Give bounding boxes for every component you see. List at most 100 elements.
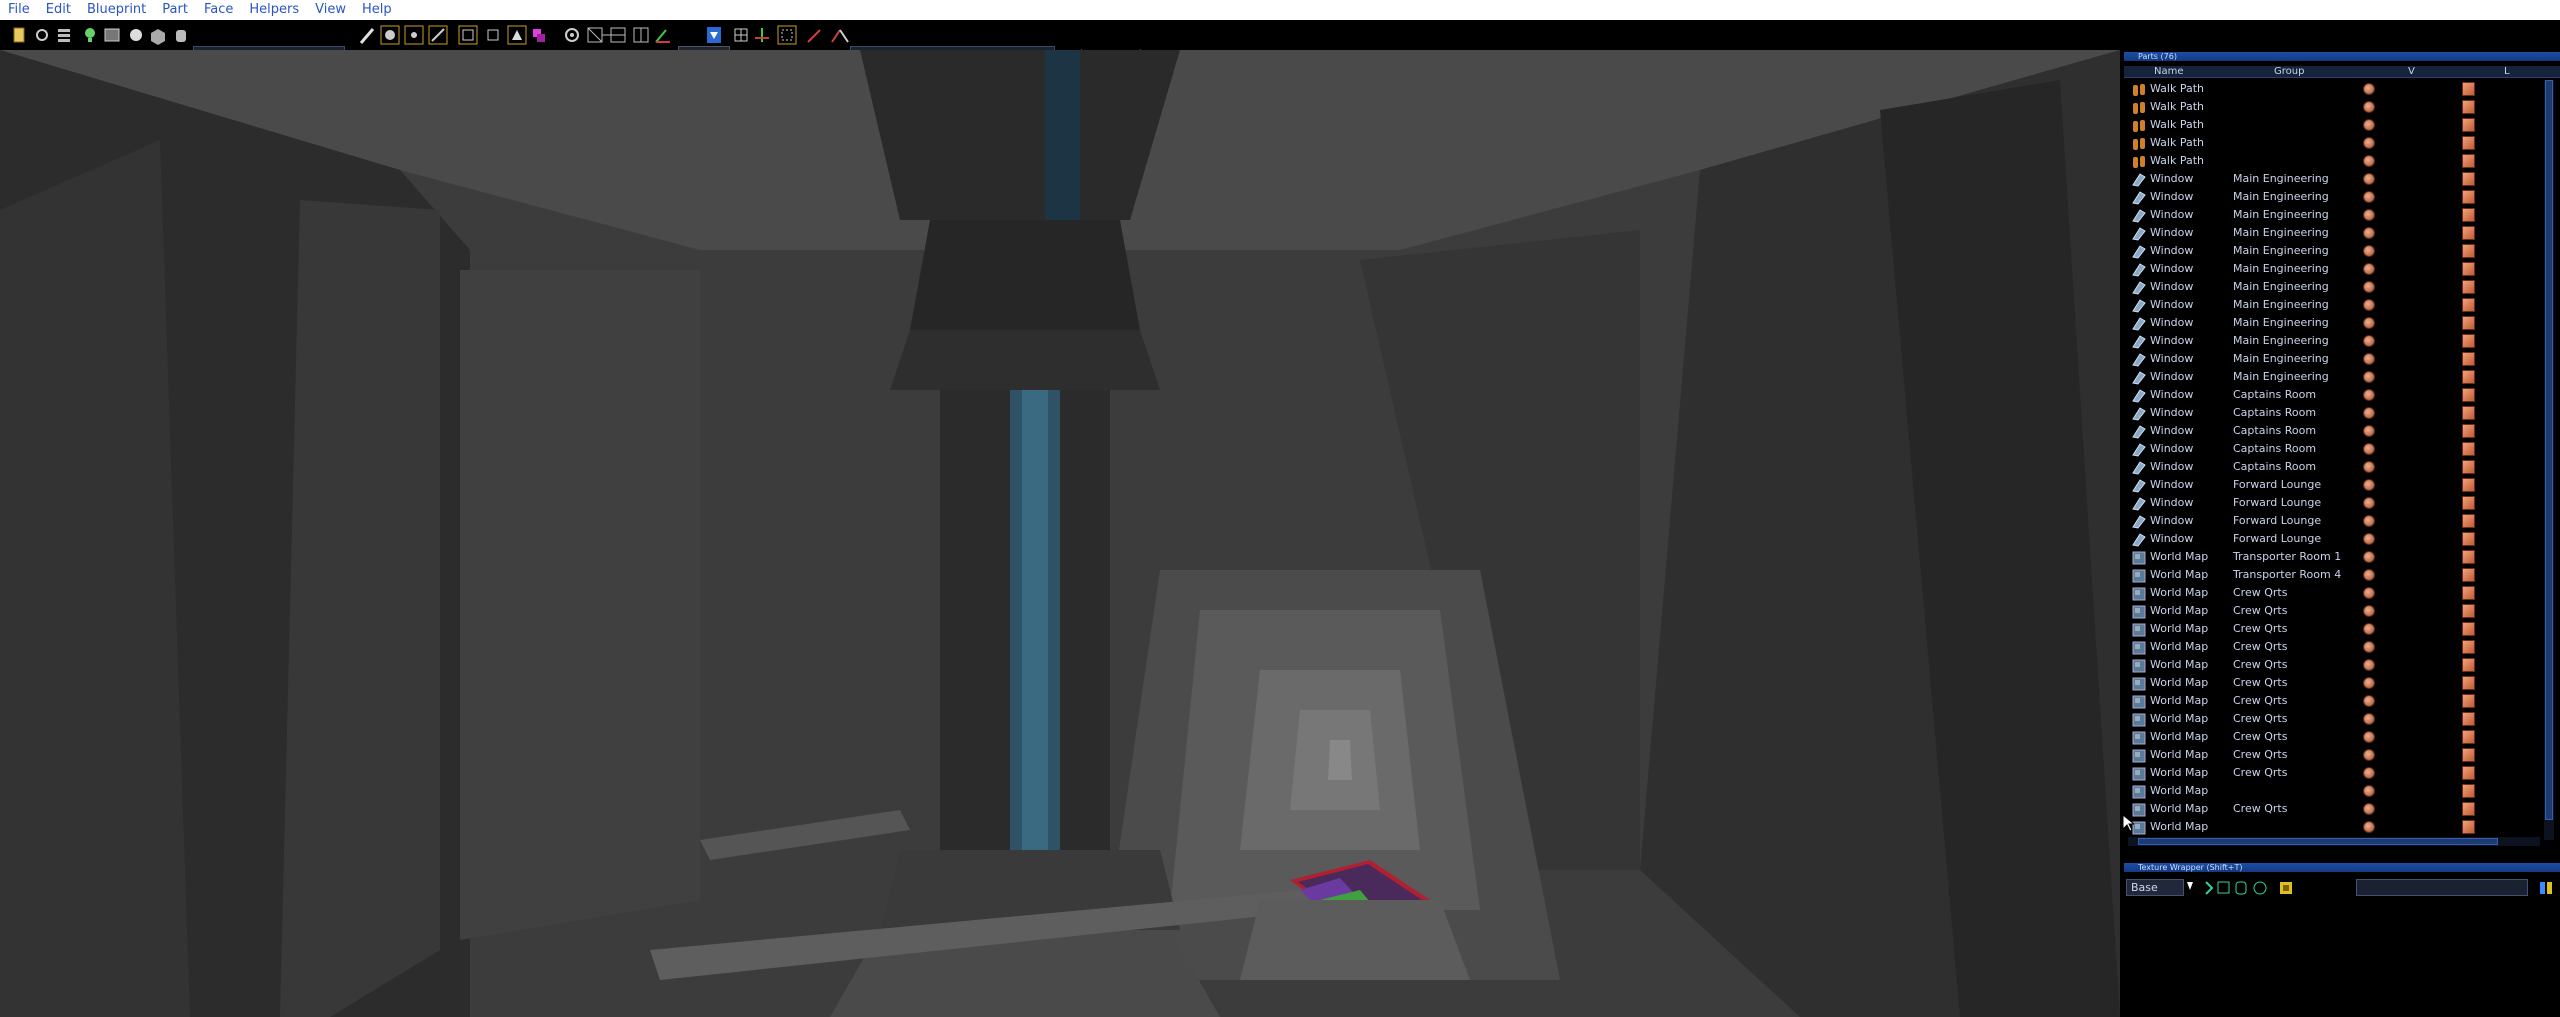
texture-library-icon[interactable]: [2540, 882, 2552, 894]
table-row[interactable]: Window Main Engineering: [2124, 224, 2560, 242]
lock-toggle-icon[interactable]: [2462, 352, 2475, 366]
lock-toggle-icon[interactable]: [2462, 460, 2475, 474]
lock-toggle-icon[interactable]: [2462, 784, 2475, 798]
parts-panel-header[interactable]: Parts (76): [2124, 52, 2560, 61]
measure-icon[interactable]: [807, 29, 821, 43]
wrap-sphere-icon[interactable]: [2253, 881, 2267, 895]
table-row[interactable]: Window Main Engineering: [2124, 170, 2560, 188]
visibility-toggle-icon[interactable]: [2363, 407, 2375, 419]
wrap-planar-icon[interactable]: [2205, 881, 2214, 895]
column-name[interactable]: Name: [2154, 66, 2184, 78]
table-row[interactable]: World Map Crew Qrts: [2124, 764, 2560, 782]
lock-toggle-icon[interactable]: [2462, 298, 2475, 312]
table-row[interactable]: Window Main Engineering: [2124, 332, 2560, 350]
visibility-toggle-icon[interactable]: [2363, 623, 2375, 635]
visibility-toggle-icon[interactable]: [2363, 101, 2375, 113]
visibility-toggle-icon[interactable]: [2363, 785, 2375, 797]
texture-select[interactable]: [2356, 879, 2528, 896]
table-row[interactable]: Window Main Engineering: [2124, 296, 2560, 314]
table-row[interactable]: Window Main Engineering: [2124, 242, 2560, 260]
image-icon[interactable]: [104, 28, 120, 42]
visibility-toggle-icon[interactable]: [2363, 461, 2375, 473]
lock-toggle-icon[interactable]: [2462, 586, 2475, 600]
lock-toggle-icon[interactable]: [2462, 244, 2475, 258]
visibility-toggle-icon[interactable]: [2363, 191, 2375, 203]
visibility-toggle-icon[interactable]: [2363, 569, 2375, 581]
table-row[interactable]: Walk Path: [2124, 116, 2560, 134]
table-row[interactable]: Window Main Engineering: [2124, 278, 2560, 296]
lock-toggle-icon[interactable]: [2462, 190, 2475, 204]
align-y-icon[interactable]: [602, 27, 626, 43]
table-row[interactable]: Window Main Engineering: [2124, 206, 2560, 224]
visibility-toggle-icon[interactable]: [2363, 389, 2375, 401]
visibility-toggle-icon[interactable]: [2363, 317, 2375, 329]
visibility-toggle-icon[interactable]: [2363, 83, 2375, 95]
pencil-icon[interactable]: [359, 28, 375, 44]
menu-face[interactable]: Face: [196, 0, 241, 20]
layers-icon[interactable]: [58, 29, 70, 42]
lock-toggle-icon[interactable]: [2462, 316, 2475, 330]
scrollbar-thumb[interactable]: [2545, 80, 2553, 820]
visibility-toggle-icon[interactable]: [2363, 299, 2375, 311]
lock-toggle-icon[interactable]: [2462, 532, 2475, 546]
move-mode-icon[interactable]: [404, 25, 424, 45]
table-row[interactable]: World Map: [2124, 782, 2560, 800]
3d-viewport[interactable]: [0, 50, 2120, 1017]
lock-toggle-icon[interactable]: [2462, 226, 2475, 240]
visibility-toggle-icon[interactable]: [2363, 731, 2375, 743]
snap-icon[interactable]: [565, 28, 579, 42]
visibility-toggle-icon[interactable]: [2363, 425, 2375, 437]
lightbulb-icon[interactable]: [85, 28, 95, 42]
table-row[interactable]: World Map Transporter Room 1: [2124, 548, 2560, 566]
visibility-toggle-icon[interactable]: [2363, 821, 2375, 833]
lock-toggle-icon[interactable]: [2462, 730, 2475, 744]
lock-toggle-icon[interactable]: [2462, 334, 2475, 348]
visibility-toggle-icon[interactable]: [2363, 281, 2375, 293]
table-row[interactable]: Walk Path: [2124, 134, 2560, 152]
scrollbar-thumb[interactable]: [2138, 838, 2498, 845]
visibility-toggle-icon[interactable]: [2363, 533, 2375, 545]
lock-toggle-icon[interactable]: [2462, 766, 2475, 780]
texture-panel-header[interactable]: Texture Wrapper (Shift+T): [2124, 863, 2560, 872]
visibility-toggle-icon[interactable]: [2363, 335, 2375, 347]
menu-blueprint[interactable]: Blueprint: [79, 0, 154, 20]
align-x-icon[interactable]: [587, 27, 603, 43]
wrap-cylinder-icon[interactable]: [2235, 881, 2247, 895]
lock-toggle-icon[interactable]: [2462, 568, 2475, 582]
table-row[interactable]: Window Forward Lounge: [2124, 476, 2560, 494]
parts-vertical-scrollbar[interactable]: [2544, 80, 2554, 840]
visibility-toggle-icon[interactable]: [2363, 173, 2375, 185]
hand-icon[interactable]: [176, 30, 186, 42]
axis-icon[interactable]: [655, 29, 670, 43]
table-row[interactable]: World Map Crew Qrts: [2124, 800, 2560, 818]
sphere-icon[interactable]: [130, 29, 142, 41]
grid-icon[interactable]: [734, 28, 748, 42]
table-row[interactable]: Window Main Engineering: [2124, 260, 2560, 278]
lock-toggle-icon[interactable]: [2462, 100, 2475, 114]
scale-mode-icon[interactable]: [458, 25, 478, 45]
cube-icon[interactable]: [151, 29, 165, 45]
texture-atlas-icon[interactable]: [2280, 882, 2292, 894]
lock-toggle-icon[interactable]: [2462, 514, 2475, 528]
visibility-toggle-icon[interactable]: [2363, 695, 2375, 707]
table-row[interactable]: Window Captains Room: [2124, 440, 2560, 458]
lock-toggle-icon[interactable]: [2462, 208, 2475, 222]
column-lock[interactable]: L: [2504, 66, 2510, 78]
table-row[interactable]: World Map: [2124, 818, 2560, 836]
wrap-box-icon[interactable]: [2217, 881, 2230, 894]
lock-toggle-icon[interactable]: [2462, 370, 2475, 384]
visibility-toggle-icon[interactable]: [2363, 605, 2375, 617]
lock-toggle-icon[interactable]: [2462, 550, 2475, 564]
menu-part[interactable]: Part: [154, 0, 196, 20]
table-row[interactable]: Walk Path: [2124, 152, 2560, 170]
lock-toggle-icon[interactable]: [2462, 748, 2475, 762]
select-mode-icon[interactable]: [380, 25, 400, 45]
table-row[interactable]: World Map Crew Qrts: [2124, 746, 2560, 764]
visibility-toggle-icon[interactable]: [2363, 713, 2375, 725]
column-visible[interactable]: V: [2408, 66, 2415, 78]
visibility-toggle-icon[interactable]: [2363, 587, 2375, 599]
visibility-toggle-icon[interactable]: [2363, 677, 2375, 689]
lock-toggle-icon[interactable]: [2462, 658, 2475, 672]
table-row[interactable]: World Map Crew Qrts: [2124, 602, 2560, 620]
visibility-toggle-icon[interactable]: [2363, 443, 2375, 455]
